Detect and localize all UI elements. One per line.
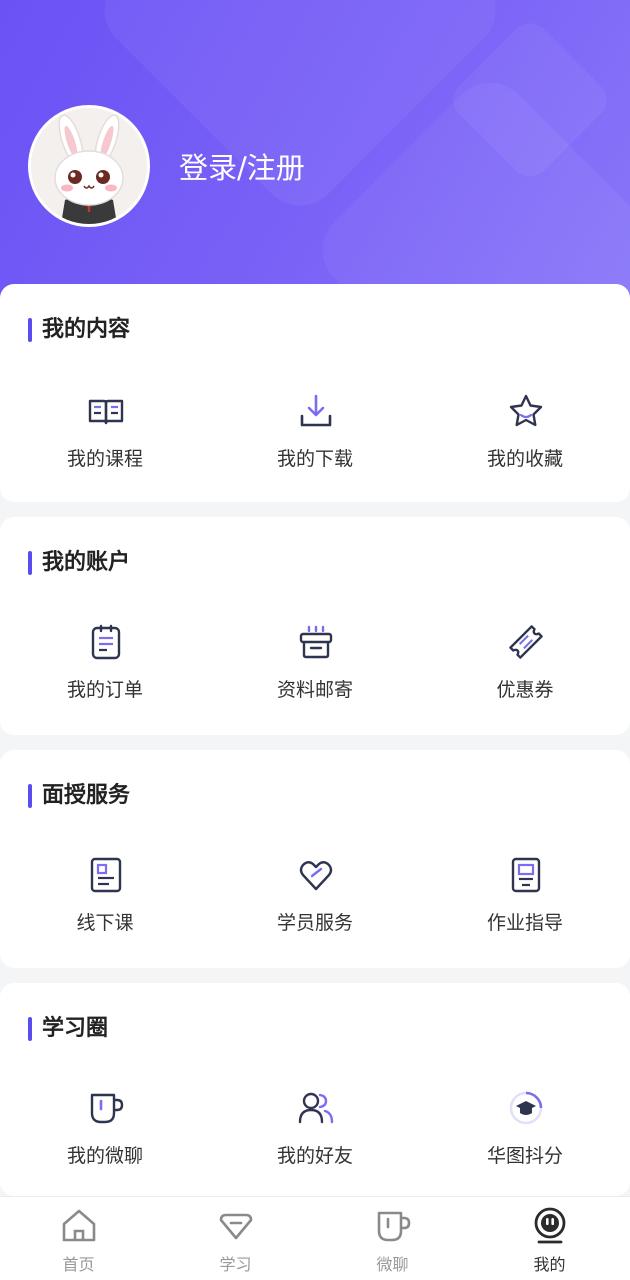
section-study-circle: 学习圈 我的微聊 我的好友 华图抖分 — [0, 983, 630, 1196]
tab-study[interactable]: 学习 — [157, 1197, 314, 1280]
menu-item-label: 我的订单 — [66, 679, 143, 701]
section-title: 面授服务 — [28, 782, 130, 810]
section-my-content: 我的内容 我的课程 我的下载 我的收藏 — [0, 284, 630, 502]
cup-icon — [377, 1211, 411, 1242]
menu-item-label: 我的下载 — [276, 448, 353, 470]
avatar[interactable] — [28, 105, 150, 227]
graduation-cap-icon — [509, 1091, 543, 1125]
download-icon — [300, 394, 332, 427]
menu-item-label: 资料邮寄 — [276, 679, 353, 701]
document-icon — [90, 857, 122, 893]
profile-header: 登录/注册 — [0, 0, 630, 300]
package-icon — [299, 625, 333, 659]
tab-mine[interactable]: 我的 — [471, 1197, 628, 1280]
friends-icon — [298, 1092, 334, 1124]
cup-icon — [90, 1093, 124, 1124]
heart-icon — [299, 861, 333, 891]
tab-chat[interactable]: 微聊 — [314, 1197, 471, 1280]
login-register-link[interactable]: 登录/注册 — [179, 146, 305, 190]
tab-home[interactable]: 首页 — [0, 1197, 157, 1280]
section-in-person-service: 面授服务 线下课 学员服务 作业指导 — [0, 750, 630, 968]
tab-label: 我的 — [533, 1255, 566, 1274]
menu-item-label: 我的课程 — [66, 448, 143, 470]
menu-item-label: 我的微聊 — [66, 1145, 143, 1167]
menu-item-label: 作业指导 — [486, 912, 563, 934]
section-title: 我的账户 — [28, 549, 130, 577]
rabbit-avatar-icon — [54, 114, 124, 224]
diamond-icon — [219, 1213, 253, 1240]
section-my-account: 我的账户 我的订单 资料邮寄 优惠券 — [0, 517, 630, 735]
bottom-tab-bar: 首页 学习 微聊 我的 — [0, 1196, 630, 1280]
menu-item-label: 线下课 — [76, 912, 134, 934]
menu-item-label: 学员服务 — [276, 912, 353, 934]
menu-item-label: 华图抖分 — [486, 1145, 563, 1167]
coupon-icon — [509, 625, 543, 659]
home-icon — [62, 1209, 96, 1242]
report-icon — [511, 857, 541, 893]
menu-item-label: 我的好友 — [276, 1145, 353, 1167]
clipboard-icon — [91, 624, 121, 660]
section-title: 学习圈 — [28, 1015, 108, 1043]
star-icon — [509, 394, 543, 427]
menu-item-label: 我的收藏 — [486, 448, 563, 470]
tab-label: 微聊 — [376, 1255, 409, 1274]
tab-label: 学习 — [219, 1255, 252, 1274]
book-icon — [88, 399, 124, 425]
tab-label: 首页 — [62, 1255, 95, 1274]
profile-icon — [534, 1207, 566, 1244]
menu-item-label: 优惠券 — [496, 679, 554, 701]
section-title: 我的内容 — [28, 316, 130, 344]
